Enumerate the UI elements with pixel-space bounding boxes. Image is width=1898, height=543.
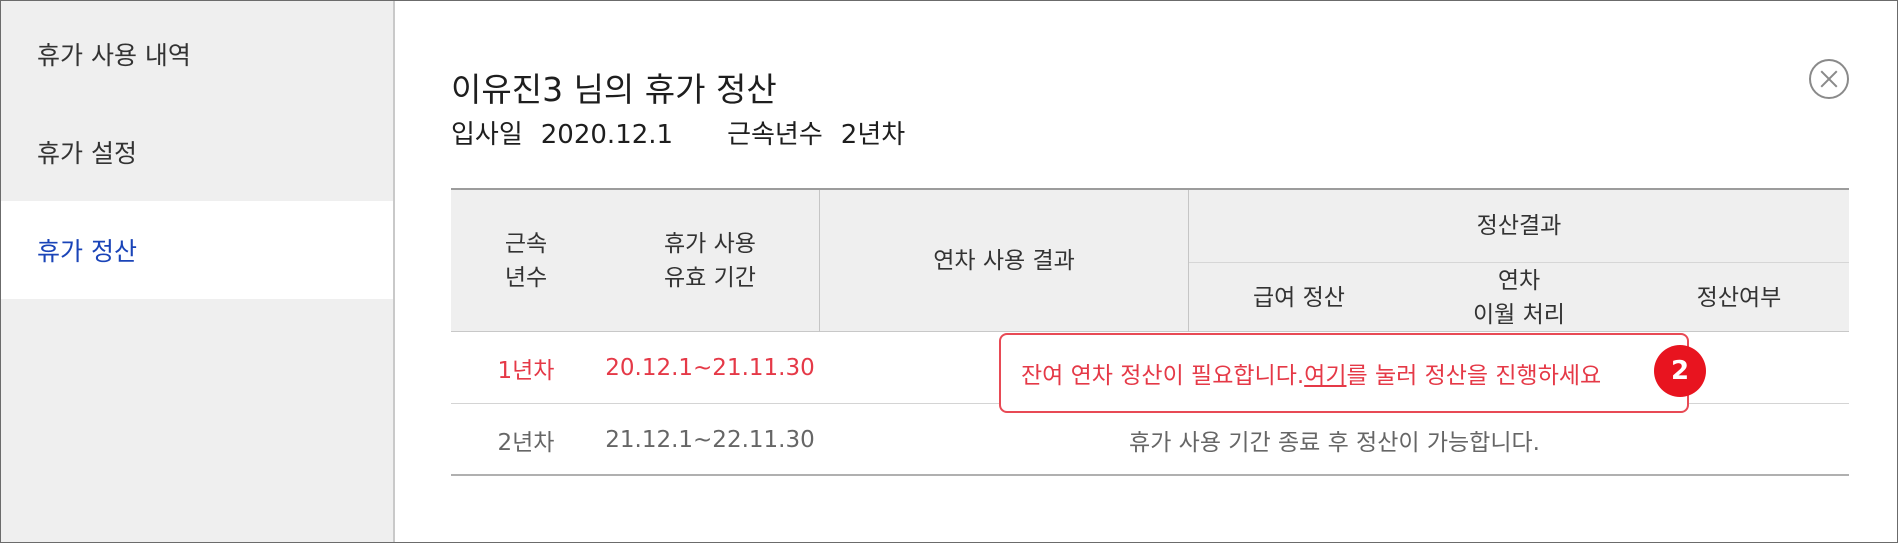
step-badge: 2 [1654,345,1706,397]
notice-text: 잔여 연차 정산이 필요합니다. [1021,363,1305,389]
sidebar-item-label: 휴가 정산 [37,237,137,266]
sidebar-item-label: 휴가 설정 [37,139,137,168]
tenure-label: 근속년수 [727,120,823,150]
sidebar: 휴가 사용 내역 휴가 설정 휴가 정산 [1,1,395,542]
sidebar-item-leave-history[interactable]: 휴가 사용 내역 [1,5,393,103]
header-annual-result: 연차 사용 결과 [933,248,1075,274]
main-panel: 이유진3 님의 휴가 정산 입사일 2020.12.1 근속년수 2년차 근속 년수 … [395,1,1897,542]
settlement-link[interactable]: 여기 [1304,356,1346,390]
sidebar-item-leave-settings[interactable]: 휴가 설정 [1,103,393,201]
header-annual-carryover: 연차 이월 처리 [1473,268,1565,328]
employee-info: 입사일 2020.12.1 근속년수 2년차 [451,114,905,151]
header-settlement-result: 정산결과 [1476,213,1562,239]
join-date-value: 2020.12.1 [540,120,674,150]
sidebar-item-label: 휴가 사용 내역 [37,41,191,70]
page-title: 이유진3 님의 휴가 정산 [451,70,777,109]
notice-text-after: 를 눌러 정산을 진행하세요 [1346,363,1602,389]
table-header: 근속 년수 휴가 사용 유효 기간 연차 사용 결과 정산결과 급여 정산 연차… [451,188,1849,332]
tenure-value: 2년차 [840,120,906,150]
settlement-window: 휴가 사용 내역 휴가 설정 휴가 정산 이유진3 님의 휴가 정산 입사일 20… [0,0,1898,543]
table-row: 2년차 21.12.1~22.11.30 휴가 사용 기간 종료 후 정산이 가… [451,404,1849,476]
sidebar-item-leave-settlement[interactable]: 휴가 정산 [1,201,393,299]
row-status-message: 휴가 사용 기간 종료 후 정산이 가능합니다. [1129,430,1540,456]
row-period: 21.12.1~22.11.30 [605,427,815,453]
row-tenure: 1년차 [497,358,555,384]
row-tenure: 2년차 [497,430,555,456]
header-salary-settlement: 급여 정산 [1253,285,1345,311]
close-icon[interactable] [1809,59,1849,99]
header-settled-status: 정산여부 [1696,285,1782,311]
join-date-label: 입사일 [451,120,523,150]
row-period: 20.12.1~21.11.30 [605,355,815,381]
settlement-notice: 잔여 연차 정산이 필요합니다. 여기 를 눌러 정산을 진행하세요 [999,333,1689,413]
header-valid-period: 휴가 사용 유효 기간 [664,231,756,291]
header-tenure: 근속 년수 [504,231,548,291]
